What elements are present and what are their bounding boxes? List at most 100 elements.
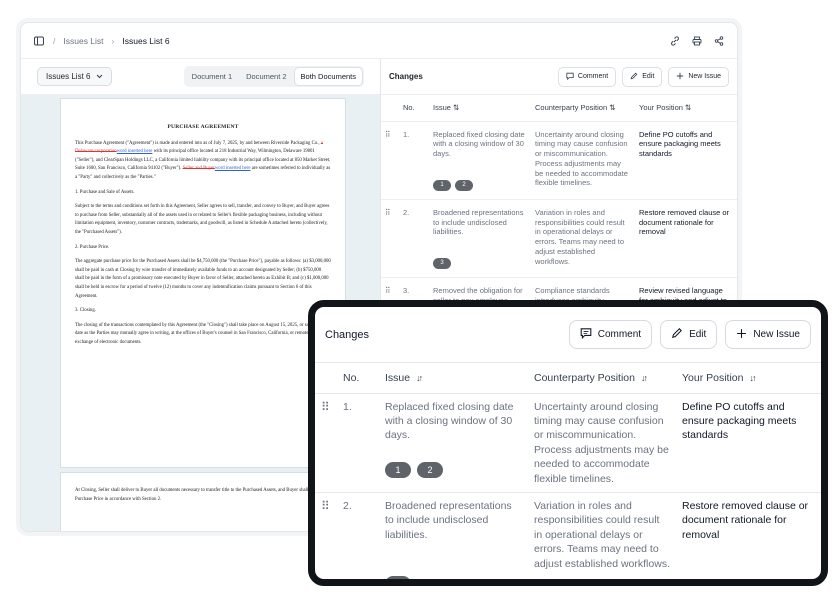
- changes-zoom-panel: Changes Comment Edit New Issue No. Issue…: [308, 300, 828, 586]
- print-icon[interactable]: [691, 35, 703, 47]
- section-heading: 2. Purchase Price.: [75, 244, 110, 250]
- table-row[interactable]: ⠿ 2. Broadened representations to includ…: [315, 492, 821, 579]
- column-issue[interactable]: Issue ↓↑: [379, 363, 528, 394]
- document-page: PURCHASE AGREEMENT This Purchase Agreeme…: [61, 99, 345, 467]
- tab-document-2[interactable]: Document 2: [240, 68, 292, 85]
- row-number: 1.: [399, 121, 429, 200]
- table-row[interactable]: ⠿ 1. Replaced fixed closing date with a …: [315, 393, 821, 493]
- sort-icon[interactable]: ⇅: [453, 103, 459, 112]
- breadcrumb: / Issues List › Issues List 6: [33, 35, 170, 47]
- tab-both-documents[interactable]: Both Documents: [294, 68, 362, 85]
- share-icon[interactable]: [713, 35, 725, 47]
- chevron-down-icon: [96, 72, 103, 81]
- row-number: 2.: [399, 199, 429, 279]
- your-position-cell: Define PO cutoffs and ensure packaging m…: [635, 121, 737, 200]
- column-issue-label: Issue: [385, 371, 411, 384]
- document-paragraph: The aggregate purchase price for the Pur…: [75, 259, 331, 299]
- table-row[interactable]: ⠿ 2. Broadened representations to includ…: [381, 199, 737, 279]
- drag-handle-icon[interactable]: ⠿: [315, 492, 337, 579]
- section-heading: 1. Purchase and Sale of Assets.: [75, 189, 135, 195]
- issue-text: Replaced fixed closing date with a closi…: [433, 129, 525, 159]
- issue-text: Broadened representations to include und…: [433, 207, 524, 237]
- column-your-label: Your Position: [682, 371, 744, 384]
- table-row[interactable]: ⠿ 1. Replaced fixed closing date with a …: [381, 121, 737, 200]
- reference-tag[interactable]: 3: [433, 258, 451, 270]
- column-your-position[interactable]: Your Position ↓↑: [676, 363, 821, 394]
- counterparty-cell: Uncertainty around closing timing may ca…: [531, 121, 635, 200]
- changes-header-zoomed: Changes Comment Edit New Issue: [315, 307, 821, 363]
- reference-tag[interactable]: 2: [455, 179, 473, 191]
- column-issue-label: Issue: [433, 103, 451, 113]
- sort-icon[interactable]: ↓↑: [750, 373, 757, 383]
- issues-list-select[interactable]: Issues List 6: [37, 67, 113, 86]
- pencil-icon: [630, 72, 638, 82]
- new-issue-button-label: New Issue: [688, 73, 721, 80]
- issue-cell: Broadened representations to include und…: [379, 492, 528, 579]
- edit-button-label: Edit: [689, 329, 707, 340]
- column-your-label: Your Position: [639, 103, 683, 113]
- drag-handle-icon[interactable]: ⠿: [381, 199, 399, 279]
- comment-button-label: Comment: [597, 329, 642, 340]
- edit-button-label: Edit: [642, 73, 655, 80]
- tab-document-1[interactable]: Document 1: [186, 68, 238, 85]
- changes-title-zoomed: Changes: [325, 328, 370, 341]
- column-your-position[interactable]: Your Position ⇅: [635, 95, 737, 122]
- comment-icon: [566, 72, 574, 82]
- document-view-toggle: Document 1 Document 2 Both Documents: [183, 66, 364, 87]
- column-no[interactable]: No.: [399, 95, 429, 122]
- document-paragraph: This Purchase Agreement ("Agreement") is…: [75, 140, 331, 183]
- inserted-text: word inserted here: [116, 149, 153, 155]
- comment-button[interactable]: Comment: [568, 320, 653, 349]
- counterparty-cell: Variation in roles and responsibilities …: [528, 492, 676, 579]
- issue-cell: Replaced fixed closing date with a closi…: [379, 393, 528, 493]
- plus-icon: [676, 72, 684, 82]
- document-page-2: At Closing, Seller shall deliver to Buye…: [61, 473, 345, 531]
- new-issue-button[interactable]: New Issue: [668, 66, 729, 87]
- edit-button[interactable]: Edit: [660, 320, 718, 349]
- breadcrumb-root[interactable]: Issues List: [63, 36, 103, 46]
- column-counterparty[interactable]: Counterparty Position ⇅: [531, 95, 635, 122]
- top-bar: / Issues List › Issues List 6: [21, 23, 737, 59]
- changes-title: Changes: [389, 72, 423, 81]
- drag-handle-icon[interactable]: ⠿: [315, 393, 337, 493]
- comment-button-label: Comment: [577, 73, 609, 80]
- deleted-text: Seller and Buyer: [182, 166, 215, 172]
- issue-cell: Replaced fixed closing date with a closi…: [429, 121, 531, 200]
- sort-icon[interactable]: ⇅: [685, 103, 691, 112]
- counterparty-cell: Variation in roles and responsibilities …: [531, 199, 635, 279]
- issue-text: Broadened representations to include und…: [385, 499, 512, 541]
- chevron-right-icon: ›: [111, 35, 115, 46]
- column-counterparty-label: Counterparty Position: [535, 103, 608, 113]
- reference-tag[interactable]: 1: [385, 461, 411, 478]
- table-header-row: No. Issue ↓↑ Counterparty Position ↓↑ Your…: [315, 363, 821, 394]
- column-counterparty[interactable]: Counterparty Position ↓↑: [528, 363, 676, 394]
- pencil-icon: [671, 327, 683, 342]
- drag-handle-icon[interactable]: ⠿: [381, 121, 399, 200]
- row-number: 2.: [337, 492, 379, 579]
- changes-table-zoomed: No. Issue ↓↑ Counterparty Position ↓↑ Your…: [315, 363, 821, 579]
- sort-icon[interactable]: ↓↑: [641, 373, 648, 383]
- link-icon[interactable]: [669, 35, 681, 47]
- comment-button[interactable]: Comment: [557, 66, 617, 87]
- edit-button[interactable]: Edit: [622, 66, 663, 87]
- doc-text: This Purchase Agreement ("Agreement") is…: [75, 140, 321, 146]
- new-issue-button[interactable]: New Issue: [725, 320, 811, 349]
- row-number: 1.: [337, 393, 379, 493]
- document-paragraph: The closing of the transactions contempl…: [75, 322, 327, 345]
- your-position-cell: Restore removed clause or document ratio…: [635, 199, 737, 279]
- column-no[interactable]: No.: [337, 363, 379, 394]
- column-issue[interactable]: Issue ⇅: [429, 95, 531, 122]
- breadcrumb-current: Issues List 6: [122, 35, 170, 46]
- reference-tag[interactable]: 3: [385, 576, 411, 579]
- breadcrumb-separator: /: [53, 35, 56, 46]
- sidebar-toggle-icon[interactable]: [33, 35, 45, 47]
- document-toolbar: Issues List 6 Document 1 Document 2 Both…: [21, 59, 380, 95]
- sort-icon[interactable]: ↓↑: [416, 373, 423, 383]
- reference-tag[interactable]: 2: [417, 461, 443, 478]
- column-counterparty-label: Counterparty Position: [534, 371, 635, 384]
- sort-icon[interactable]: ⇅: [609, 103, 615, 112]
- new-issue-button-label: New Issue: [753, 329, 800, 340]
- issue-text: Replaced fixed closing date with a closi…: [385, 400, 514, 442]
- changes-header: Changes Comment Edit New Issue: [381, 59, 737, 95]
- reference-tag[interactable]: 1: [433, 179, 451, 191]
